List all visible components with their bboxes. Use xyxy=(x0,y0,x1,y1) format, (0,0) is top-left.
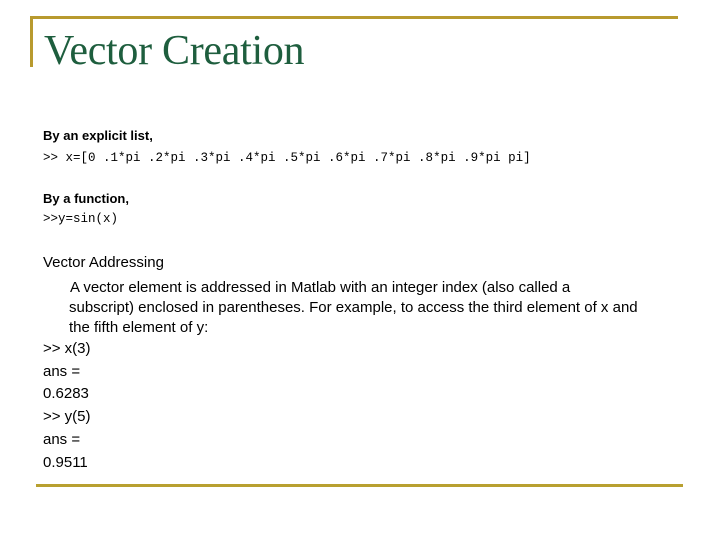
paragraph-line: the fifth element of y: xyxy=(69,319,209,336)
console-line: >> x(3) xyxy=(43,340,91,357)
explicit-list-label: By an explicit list, xyxy=(43,128,153,143)
addressing-paragraph: A vector element is addressed in Matlab … xyxy=(69,278,689,338)
left-accent-rule xyxy=(30,16,33,67)
console-line: >> y(5) xyxy=(43,408,91,425)
explicit-list-code: >> x=[0 .1*pi .2*pi .3*pi .4*pi .5*pi .6… xyxy=(43,151,531,165)
paragraph-line: A vector element is addressed in Matlab … xyxy=(70,279,571,296)
function-code: >>y=sin(x) xyxy=(43,212,119,226)
console-line: ans = xyxy=(43,431,81,448)
function-label: By a function, xyxy=(43,191,129,206)
paragraph-line: subscript) enclosed in parentheses. For … xyxy=(69,299,638,316)
section-heading-vector-addressing: Vector Addressing xyxy=(43,254,164,271)
console-line: ans = xyxy=(43,363,81,380)
slide-title: Vector Creation xyxy=(44,28,305,74)
top-accent-rule xyxy=(30,16,678,19)
console-line: 0.6283 xyxy=(43,385,89,402)
bottom-accent-rule xyxy=(36,484,683,487)
console-line: 0.9511 xyxy=(43,454,88,471)
